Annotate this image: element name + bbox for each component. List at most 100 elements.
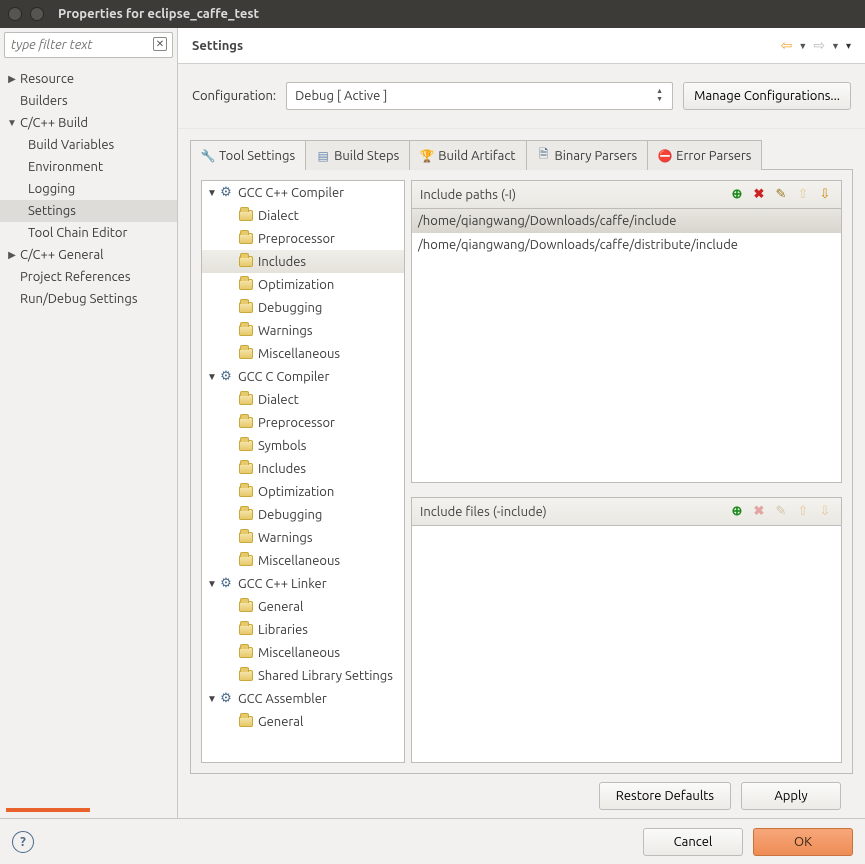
tool-option-miscellaneous[interactable]: Miscellaneous bbox=[202, 342, 404, 365]
sidebar-item-builders[interactable]: Builders bbox=[0, 90, 177, 112]
edit-include-path-icon[interactable]: ✎ bbox=[773, 187, 789, 203]
sidebar-item-settings[interactable]: Settings bbox=[0, 200, 177, 222]
filter-input-wrap: ✕ bbox=[4, 32, 173, 58]
close-window-icon[interactable] bbox=[8, 7, 22, 21]
tab-build-artifact[interactable]: 🏆Build Artifact bbox=[409, 140, 526, 170]
spin-down-icon[interactable]: ▼ bbox=[656, 96, 666, 103]
minimize-window-icon[interactable] bbox=[30, 7, 44, 21]
sidebar-item-resource[interactable]: ▶Resource bbox=[0, 68, 177, 90]
chevron-down-icon[interactable]: ▼ bbox=[206, 693, 218, 705]
wrench-icon: 🔧 bbox=[201, 149, 215, 163]
filter-input[interactable] bbox=[4, 32, 173, 58]
tool-option-label: Includes bbox=[258, 462, 306, 476]
window-title: Properties for eclipse_caffe_test bbox=[58, 7, 259, 21]
sidebar-item-build-variables[interactable]: Build Variables bbox=[0, 134, 177, 156]
tab-panel: ▼⚙GCC C++ CompilerDialectPreprocessorInc… bbox=[190, 170, 853, 774]
header-strip: Settings ⇦ ▼ ⇨ ▼ ▾ bbox=[178, 28, 865, 64]
tool-option-debugging[interactable]: Debugging bbox=[202, 503, 404, 526]
tool-group-gcc-c-compiler[interactable]: ▼⚙GCC C++ Compiler bbox=[202, 181, 404, 204]
tool-option-label: Symbols bbox=[258, 439, 306, 453]
tab-tool-settings[interactable]: 🔧Tool Settings bbox=[190, 140, 306, 170]
tool-option-miscellaneous[interactable]: Miscellaneous bbox=[202, 549, 404, 572]
chevron-right-icon[interactable]: ▶ bbox=[6, 249, 18, 261]
tool-option-label: Miscellaneous bbox=[258, 347, 340, 361]
tab-build-steps[interactable]: ▤Build Steps bbox=[305, 140, 410, 170]
sidebar-item-tool-chain-editor[interactable]: Tool Chain Editor bbox=[0, 222, 177, 244]
apply-button[interactable]: Apply bbox=[741, 782, 841, 810]
accent-bar bbox=[6, 808, 90, 812]
configuration-select[interactable]: Debug [ Active ] ▲▼ bbox=[286, 82, 673, 110]
tool-option-debugging[interactable]: Debugging bbox=[202, 296, 404, 319]
sidebar-item-c-c-build[interactable]: ▼C/C++ Build bbox=[0, 112, 177, 134]
manage-configurations-button[interactable]: Manage Configurations... bbox=[683, 82, 851, 110]
chevron-down-icon[interactable]: ▼ bbox=[206, 187, 218, 199]
tool-option-optimization[interactable]: Optimization bbox=[202, 273, 404, 296]
move-down-include-path-icon[interactable]: ⇩ bbox=[817, 187, 833, 203]
add-include-file-icon[interactable]: ⊕ bbox=[729, 504, 745, 520]
help-icon[interactable]: ? bbox=[12, 831, 34, 853]
include-paths-list[interactable]: /home/qiangwang/Downloads/caffe/include/… bbox=[412, 209, 841, 482]
delete-include-file-icon: ✖ bbox=[751, 504, 767, 520]
chevron-down-icon[interactable]: ▼ bbox=[206, 371, 218, 383]
tool-option-optimization[interactable]: Optimization bbox=[202, 480, 404, 503]
tool-option-warnings[interactable]: Warnings bbox=[202, 526, 404, 549]
tool-option-miscellaneous[interactable]: Miscellaneous bbox=[202, 641, 404, 664]
titlebar: Properties for eclipse_caffe_test bbox=[0, 0, 865, 28]
right-pane: Settings ⇦ ▼ ⇨ ▼ ▾ Configuration: Debug … bbox=[178, 28, 865, 818]
nav-forward-menu-icon[interactable]: ▼ bbox=[831, 41, 840, 51]
tool-option-general[interactable]: General bbox=[202, 710, 404, 733]
restore-defaults-button[interactable]: Restore Defaults bbox=[599, 782, 731, 810]
folder-icon bbox=[238, 484, 254, 500]
folder-icon bbox=[238, 714, 254, 730]
footer: ? Cancel OK bbox=[0, 818, 865, 864]
nav-back-icon[interactable]: ⇦ bbox=[781, 37, 793, 54]
tool-option-preprocessor[interactable]: Preprocessor bbox=[202, 411, 404, 434]
tab-error-parsers[interactable]: ⛔Error Parsers bbox=[647, 140, 762, 170]
tool-option-includes[interactable]: Includes bbox=[202, 250, 404, 273]
folder-icon bbox=[238, 438, 254, 454]
tool-option-dialect[interactable]: Dialect bbox=[202, 204, 404, 227]
delete-include-path-icon[interactable]: ✖ bbox=[751, 187, 767, 203]
tool-group-gcc-assembler[interactable]: ▼⚙GCC Assembler bbox=[202, 687, 404, 710]
tool-option-shared-library-settings[interactable]: Shared Library Settings bbox=[202, 664, 404, 687]
sidebar-item-label: Run/Debug Settings bbox=[18, 292, 137, 306]
tab-row: 🔧Tool Settings▤Build Steps🏆Build Artifac… bbox=[190, 139, 853, 170]
chevron-right-icon[interactable]: ▶ bbox=[6, 73, 18, 85]
tool-option-preprocessor[interactable]: Preprocessor bbox=[202, 227, 404, 250]
spin-up-icon[interactable]: ▲ bbox=[656, 88, 666, 95]
tool-option-includes[interactable]: Includes bbox=[202, 457, 404, 480]
sidebar-item-logging[interactable]: Logging bbox=[0, 178, 177, 200]
tool-group-gcc-c-linker[interactable]: ▼⚙GCC C++ Linker bbox=[202, 572, 404, 595]
tool-option-dialect[interactable]: Dialect bbox=[202, 388, 404, 411]
tool-option-label: Libraries bbox=[258, 623, 308, 637]
include-path-row[interactable]: /home/qiangwang/Downloads/caffe/distribu… bbox=[412, 233, 841, 257]
tab-binary-parsers[interactable]: 🗎Binary Parsers bbox=[526, 140, 649, 170]
sidebar-item-environment[interactable]: Environment bbox=[0, 156, 177, 178]
tool-option-general[interactable]: General bbox=[202, 595, 404, 618]
chevron-down-icon[interactable]: ▼ bbox=[6, 117, 18, 129]
sidebar-item-run-debug-settings[interactable]: Run/Debug Settings bbox=[0, 288, 177, 310]
view-menu-icon[interactable]: ▾ bbox=[846, 40, 851, 52]
ok-button[interactable]: OK bbox=[753, 828, 853, 856]
cancel-button[interactable]: Cancel bbox=[643, 828, 743, 856]
sidebar-item-c-c-general[interactable]: ▶C/C++ General bbox=[0, 244, 177, 266]
tool-settings-tree[interactable]: ▼⚙GCC C++ CompilerDialectPreprocessorInc… bbox=[201, 180, 405, 763]
tool-option-symbols[interactable]: Symbols bbox=[202, 434, 404, 457]
add-include-path-icon[interactable]: ⊕ bbox=[729, 187, 745, 203]
tool-option-warnings[interactable]: Warnings bbox=[202, 319, 404, 342]
tool-option-label: Optimization bbox=[258, 485, 334, 499]
nav-back-menu-icon[interactable]: ▼ bbox=[798, 41, 807, 51]
folder-icon bbox=[238, 622, 254, 638]
tool-group-label: GCC C Compiler bbox=[238, 370, 329, 384]
include-path-row[interactable]: /home/qiangwang/Downloads/caffe/include bbox=[412, 209, 841, 233]
clear-filter-icon[interactable]: ✕ bbox=[153, 37, 167, 51]
tool-option-libraries[interactable]: Libraries bbox=[202, 618, 404, 641]
chevron-down-icon[interactable]: ▼ bbox=[206, 578, 218, 590]
move-down-include-file-icon: ⇩ bbox=[817, 504, 833, 520]
sidebar-item-project-references[interactable]: Project References bbox=[0, 266, 177, 288]
gear-icon: ⚙ bbox=[218, 369, 234, 385]
tool-option-label: Miscellaneous bbox=[258, 646, 340, 660]
tool-group-gcc-c-compiler[interactable]: ▼⚙ GCC C Compiler bbox=[202, 365, 404, 388]
tool-option-label: Preprocessor bbox=[258, 232, 335, 246]
include-files-list[interactable] bbox=[412, 526, 841, 762]
